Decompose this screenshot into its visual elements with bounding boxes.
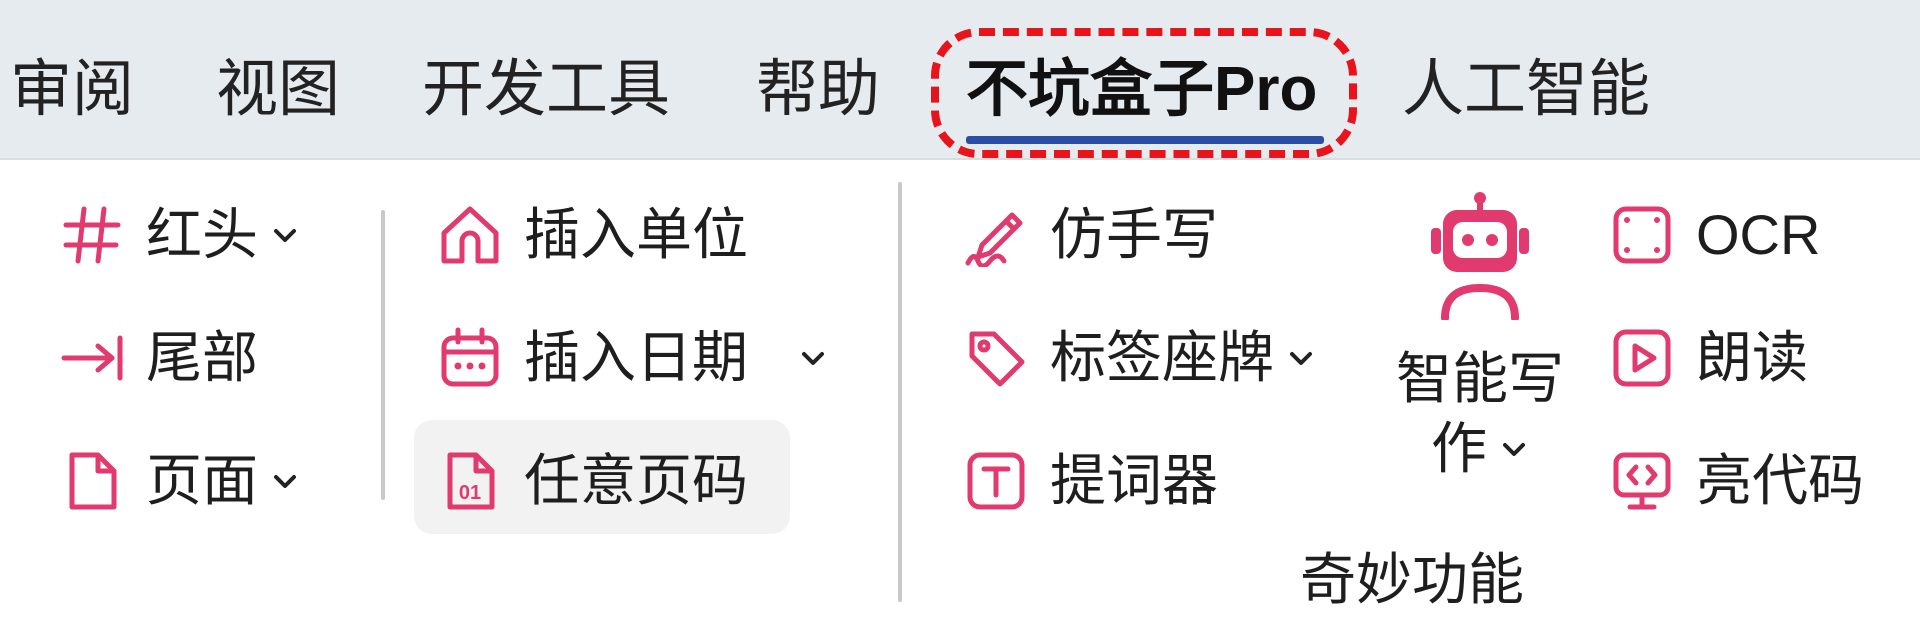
chevron-down-icon[interactable]: [270, 220, 300, 250]
ocr-label: OCR: [1696, 203, 1821, 266]
home-icon: [438, 203, 502, 267]
insert-unit-label: 插入单位: [524, 203, 748, 266]
tab-review[interactable]: 审阅: [10, 50, 134, 130]
page-icon: [60, 449, 124, 513]
any-page-number-label: 任意页码: [524, 449, 748, 512]
teleprompter-button[interactable]: 提词器: [964, 438, 1218, 524]
label-nameplate-label: 标签座牌: [1050, 326, 1274, 389]
imitate-handwriting-label: 仿手写: [1050, 203, 1218, 266]
code-monitor-icon: [1610, 449, 1674, 513]
imitate-handwriting-button[interactable]: 仿手写: [964, 192, 1218, 278]
pen-icon: [964, 203, 1028, 267]
page-button[interactable]: 页面: [60, 438, 300, 524]
insert-date-label: 插入日期: [524, 326, 748, 389]
robot-icon: [1425, 190, 1535, 320]
highlight-code-button[interactable]: 亮代码: [1610, 438, 1864, 524]
any-page-number-button[interactable]: 01 任意页码: [438, 438, 748, 524]
group-label: 奇妙功能: [1300, 548, 1524, 611]
ai-writing-label-line1: 智能写: [1396, 347, 1564, 410]
separator: [898, 182, 902, 602]
chevron-down-icon[interactable]: [1499, 434, 1529, 464]
menu-bar: 审阅 视图 开发工具 帮助 不坑盒子Pro 人工智能: [0, 0, 1920, 160]
insert-date-button[interactable]: 插入日期: [438, 315, 828, 401]
label-nameplate-button[interactable]: 标签座牌: [964, 315, 1316, 401]
read-aloud-label: 朗读: [1696, 326, 1808, 389]
arrow-to-right-icon: [60, 326, 124, 390]
separator: [381, 210, 385, 500]
tab-view[interactable]: 视图: [216, 50, 340, 130]
redhead-button[interactable]: 红头: [60, 192, 300, 278]
calendar-icon: [438, 326, 502, 390]
read-aloud-button[interactable]: 朗读: [1610, 315, 1808, 401]
teleprompter-label: 提词器: [1050, 449, 1218, 512]
redhead-label: 红头: [146, 203, 258, 266]
tab-ai[interactable]: 人工智能: [1402, 50, 1650, 130]
tab-developer-tools[interactable]: 开发工具: [422, 50, 670, 130]
ai-writing-label-line2: 作: [1431, 417, 1487, 480]
page-label: 页面: [146, 449, 258, 512]
svg-text:01: 01: [459, 482, 481, 504]
page-number-icon: 01: [438, 449, 502, 513]
footer-label: 尾部: [146, 326, 258, 389]
scan-frame-icon: [1610, 203, 1674, 267]
chevron-down-icon[interactable]: [270, 466, 300, 496]
text-box-icon: [964, 449, 1028, 513]
hash-icon: [60, 203, 124, 267]
highlight-code-label: 亮代码: [1696, 449, 1864, 512]
ai-writing-label-line2-wrap: 作: [1380, 414, 1580, 484]
play-icon: [1610, 326, 1674, 390]
tag-icon: [964, 326, 1028, 390]
chevron-down-icon[interactable]: [798, 343, 828, 373]
ocr-button[interactable]: OCR: [1610, 192, 1820, 278]
insert-unit-button[interactable]: 插入单位: [438, 192, 748, 278]
ai-writing-button[interactable]: 智能写 作: [1380, 190, 1580, 490]
footer-button[interactable]: 尾部: [60, 315, 258, 401]
chevron-down-icon[interactable]: [1286, 343, 1316, 373]
annotation-highlight: [931, 28, 1357, 158]
tab-help[interactable]: 帮助: [756, 50, 880, 130]
